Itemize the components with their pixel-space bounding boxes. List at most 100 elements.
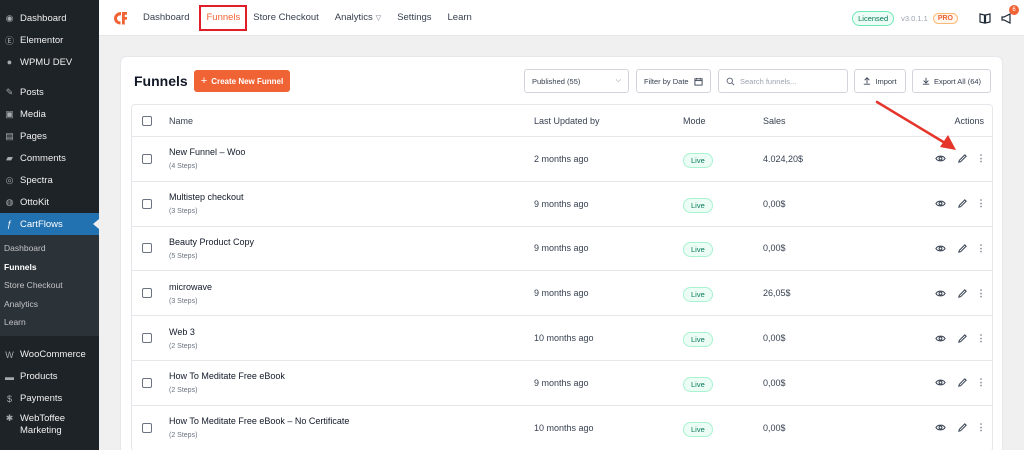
wp-menu-label: OttoKit <box>20 196 50 208</box>
nav-dashboard[interactable]: Dashboard <box>143 5 189 31</box>
notification-count: 6 <box>1009 5 1019 15</box>
more-options-icon[interactable]: ⋮ <box>977 287 986 299</box>
pencil-icon[interactable] <box>956 377 968 389</box>
cartflows-sub-learn[interactable]: Learn <box>0 313 99 332</box>
more-options-icon[interactable]: ⋮ <box>977 422 986 434</box>
wp-menu-cartflows[interactable]: ƒ CartFlows <box>0 213 99 235</box>
pencil-icon[interactable] <box>956 242 968 254</box>
pencil-icon[interactable] <box>956 198 968 210</box>
row-checkbox[interactable] <box>142 377 152 388</box>
eye-icon[interactable] <box>934 377 946 389</box>
webtoffee-icon: ✱ <box>5 412 14 423</box>
eye-icon[interactable] <box>934 332 946 344</box>
wp-menu-comments[interactable]: ▰ Comments <box>0 147 99 169</box>
wp-menu-label: Spectra <box>20 174 53 186</box>
nav-analytics-label: Analytics <box>334 12 373 23</box>
wp-menu-pages[interactable]: ▤ Pages <box>0 125 99 147</box>
row-checkbox[interactable] <box>142 198 152 209</box>
chevron-down-icon: ▽ <box>375 14 382 22</box>
row-actions: ⋮ <box>924 422 986 434</box>
pencil-icon[interactable] <box>956 287 968 299</box>
row-checkbox[interactable] <box>142 333 152 344</box>
wp-menu-elementor[interactable]: Ⓔ Elementor <box>0 29 99 51</box>
eye-icon[interactable] <box>934 287 946 299</box>
row-actions: ⋮ <box>924 332 986 344</box>
wp-menu-dashboard[interactable]: ◉ Dashboard <box>0 7 99 29</box>
funnel-sales: 26,05$ <box>763 288 791 299</box>
table-row[interactable]: How To Meditate Free eBook (2 Steps) 9 m… <box>132 361 992 406</box>
table-row[interactable]: New Funnel – Woo (4 Steps) 2 months ago … <box>132 137 992 182</box>
nav-analytics[interactable]: Analytics ▽ <box>335 5 381 31</box>
cartflows-sub-dashboard[interactable]: Dashboard <box>0 239 99 258</box>
wp-menu-webtoffee[interactable]: ✱ WebToffee Marketing <box>0 410 99 438</box>
cartflows-sub-funnels[interactable]: Funnels <box>0 258 99 277</box>
wp-menu-media[interactable]: ▣ Media <box>0 103 99 125</box>
nav-learn[interactable]: Learn <box>448 5 472 31</box>
funnel-sales: 4.024,20$ <box>763 153 804 164</box>
wp-menu-label: Payments <box>20 393 63 404</box>
wp-menu-posts[interactable]: ✎ Posts <box>0 81 99 103</box>
row-checkbox[interactable] <box>142 422 152 433</box>
funnel-mode-cell: Live <box>683 195 713 213</box>
funnel-name-link[interactable]: Web 3 <box>169 327 197 337</box>
funnel-sales: 0,00$ <box>763 422 786 433</box>
funnel-name-link[interactable]: How To Meditate Free eBook <box>169 371 285 381</box>
row-checkbox[interactable] <box>142 288 152 299</box>
pencil-icon[interactable] <box>956 332 968 344</box>
more-options-icon[interactable]: ⋮ <box>977 153 986 165</box>
book-icon <box>979 13 991 24</box>
table-row[interactable]: Beauty Product Copy (5 Steps) 9 months a… <box>132 227 992 272</box>
funnel-name-link[interactable]: Multistep checkout <box>169 192 244 202</box>
wp-menu-products[interactable]: ▬ Products <box>0 366 99 388</box>
calendar-icon <box>694 77 703 86</box>
table-row[interactable]: How To Meditate Free eBook – No Certific… <box>132 406 992 450</box>
wp-menu-wpmu-dev[interactable]: ● WPMU DEV <box>0 51 99 73</box>
cartflows-sub-store-checkout[interactable]: Store Checkout <box>0 276 99 295</box>
cartflows-logo[interactable] <box>111 9 129 27</box>
more-options-icon[interactable]: ⋮ <box>977 198 986 210</box>
select-all-checkbox[interactable] <box>142 115 152 126</box>
eye-icon[interactable] <box>934 153 946 165</box>
elementor-icon: Ⓔ <box>4 35 14 46</box>
funnel-updated: 2 months ago <box>534 153 589 164</box>
row-checkbox[interactable] <box>142 153 152 164</box>
create-funnel-label: Create New Funnel <box>211 76 284 86</box>
eye-icon[interactable] <box>934 242 946 254</box>
funnel-name-link[interactable]: Beauty Product Copy <box>169 237 254 247</box>
status-filter-select[interactable]: Published (55) ⌵ <box>524 69 629 93</box>
funnel-steps: (2 Steps) <box>169 432 198 440</box>
table-row[interactable]: microwave (3 Steps) 9 months ago Live 26… <box>132 271 992 317</box>
more-options-icon[interactable]: ⋮ <box>977 242 986 254</box>
nav-settings[interactable]: Settings <box>397 5 431 31</box>
pencil-icon[interactable] <box>956 422 968 434</box>
table-row[interactable]: Web 3 (2 Steps) 10 months ago Live 0,00$… <box>132 316 992 361</box>
export-all-button[interactable]: Export All (64) <box>912 69 991 93</box>
docs-book-icon[interactable] <box>978 11 992 25</box>
table-row[interactable]: Multistep checkout (3 Steps) 9 months ag… <box>132 182 992 227</box>
wp-menu-payments[interactable]: $ Payments <box>0 388 99 410</box>
nav-store-checkout[interactable]: Store Checkout <box>253 5 318 31</box>
row-checkbox[interactable] <box>142 243 152 254</box>
column-header-actions: Actions <box>954 115 984 126</box>
funnel-name-link[interactable]: New Funnel – Woo <box>169 147 245 157</box>
funnel-name-link[interactable]: microwave <box>169 282 212 292</box>
nav-funnels[interactable]: Funnels <box>199 4 248 31</box>
wp-menu-ottokit[interactable]: ◍ OttoKit <box>0 191 99 213</box>
wp-menu-spectra[interactable]: ◎ Spectra <box>0 169 99 191</box>
funnel-steps: (4 Steps) <box>169 163 198 171</box>
import-button[interactable]: Import <box>854 69 906 93</box>
pencil-icon[interactable] <box>956 153 968 165</box>
notifications-button[interactable]: 6 <box>1000 5 1019 25</box>
more-options-icon[interactable]: ⋮ <box>977 377 986 389</box>
eye-icon[interactable] <box>934 422 946 434</box>
search-input[interactable]: Search funnels... <box>718 69 848 93</box>
row-actions: ⋮ <box>924 242 986 254</box>
cartflows-submenu: Dashboard Funnels Store Checkout Analyti… <box>0 235 99 336</box>
funnel-name-link[interactable]: How To Meditate Free eBook – No Certific… <box>169 416 349 426</box>
eye-icon[interactable] <box>934 198 946 210</box>
more-options-icon[interactable]: ⋮ <box>977 332 986 344</box>
wp-menu-woocommerce[interactable]: W WooCommerce <box>0 344 99 366</box>
create-funnel-button[interactable]: + Create New Funnel <box>194 70 290 92</box>
date-filter-button[interactable]: Filter by Date <box>636 69 711 93</box>
cartflows-sub-analytics[interactable]: Analytics <box>0 295 99 314</box>
